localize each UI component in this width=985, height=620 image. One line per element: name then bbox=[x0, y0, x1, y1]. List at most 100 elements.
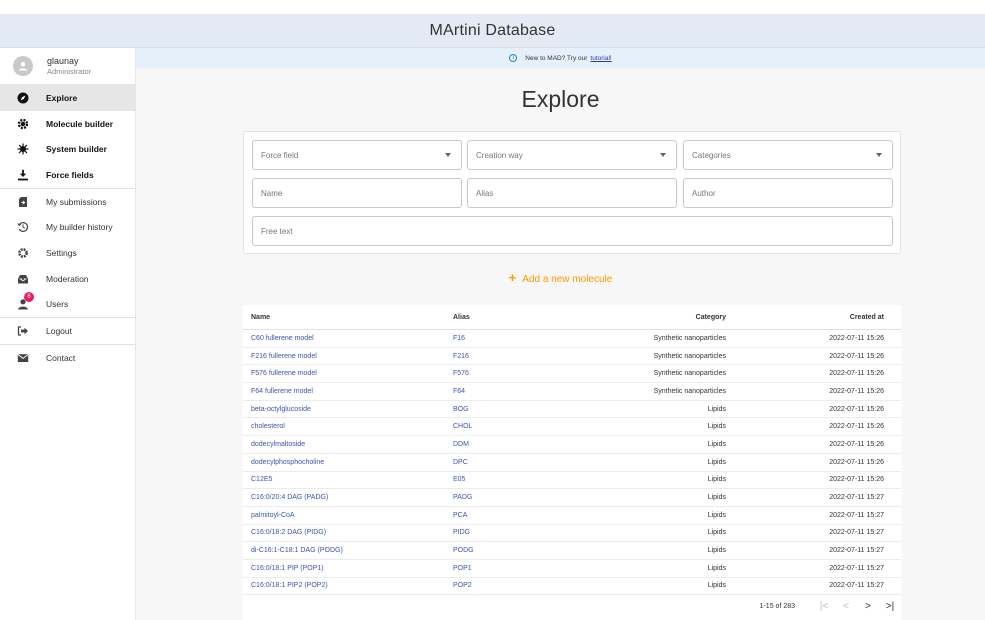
molecule-alias-link[interactable]: CHOL bbox=[453, 423, 583, 430]
molecule-alias-link[interactable]: PADG bbox=[453, 494, 583, 501]
molecule-name-link[interactable]: dodecylmaltoside bbox=[243, 441, 453, 448]
molecule-category: Lipids bbox=[707, 511, 726, 519]
table-row[interactable]: dodecylmaltoside DDM Lipids 2022-07-11 15:2… bbox=[243, 436, 901, 454]
name-input[interactable]: Name bbox=[252, 178, 462, 208]
table-row[interactable]: dodecylphosphocholine DPC Lipids 2022-07-11… bbox=[243, 454, 901, 472]
molecule-name-link[interactable]: C60 fullerene model bbox=[243, 335, 453, 342]
molecule-name-link[interactable]: C12E5 bbox=[243, 476, 453, 483]
molecule-category: Lipids bbox=[707, 547, 726, 555]
chevron-down-icon bbox=[660, 153, 666, 157]
molecule-alias-link[interactable]: F16 bbox=[453, 335, 583, 342]
molecule-alias-link[interactable]: PCA bbox=[453, 512, 583, 519]
mail-icon bbox=[16, 351, 30, 365]
previous-page-button[interactable]: < bbox=[835, 601, 857, 612]
sidebar-item-contact[interactable]: Contact bbox=[0, 345, 135, 371]
sidebar-item-my-builder-history[interactable]: My builder history bbox=[0, 214, 135, 240]
molecule-name-link[interactable]: dodecylphosphocholine bbox=[243, 459, 453, 466]
inbox-icon bbox=[16, 272, 30, 286]
molecule-created-at: 2022-07-11 15:27 bbox=[829, 582, 884, 590]
avatar bbox=[13, 56, 33, 76]
table-row[interactable]: palmitoyl-CoA PCA Lipids 2022-07-11 15:27 bbox=[243, 507, 901, 525]
molecule-name-link[interactable]: cholesterol bbox=[243, 423, 453, 430]
molecule-alias-link[interactable]: DPC bbox=[453, 459, 583, 466]
molecule-alias-link[interactable]: POP2 bbox=[453, 582, 583, 589]
molecule-name-link[interactable]: C16:0/20:4 DAG (PADG) bbox=[243, 494, 453, 501]
force-field-select[interactable]: Force field bbox=[252, 140, 462, 170]
sidebar-item-my-submissions[interactable]: My submissions bbox=[0, 189, 135, 215]
molecule-name-link[interactable]: C16:0/18:1 PIP (POP1) bbox=[243, 565, 453, 572]
sidebar-item-label: Logout bbox=[46, 326, 72, 337]
molecule-alias-link[interactable]: DDM bbox=[453, 441, 583, 448]
table-row[interactable]: C16:0/18:1 PIP (POP1) POP1 Lipids 2022-07-1… bbox=[243, 560, 901, 578]
molecule-created-at: 2022-07-11 15:27 bbox=[829, 529, 884, 537]
table-row[interactable]: cholesterol CHOL Lipids 2022-07-11 15:26 bbox=[243, 418, 901, 437]
sidebar-item-settings[interactable]: Settings bbox=[0, 240, 135, 266]
molecule-alias-link[interactable]: F64 bbox=[453, 388, 583, 395]
sidebar-item-logout[interactable]: Logout bbox=[0, 318, 135, 344]
author-input[interactable]: Author bbox=[683, 178, 893, 208]
molecule-alias-link[interactable]: PIDG bbox=[453, 529, 583, 536]
column-header-name[interactable]: Name bbox=[243, 314, 453, 321]
table-row[interactable]: beta-octylglucoside BOG Lipids 2022-07-11 1… bbox=[243, 401, 901, 419]
sidebar-item-label: My builder history bbox=[46, 222, 113, 233]
molecule-name-link[interactable]: C16:0/18:1 PIP2 (POP2) bbox=[243, 582, 453, 589]
sidebar-item-force-fields[interactable]: Force fields bbox=[0, 162, 135, 188]
molecule-name-link[interactable]: palmitoyl-CoA bbox=[243, 512, 453, 519]
molecule-name-link[interactable]: F216 fullerene model bbox=[243, 353, 453, 360]
sidebar-item-label: Users bbox=[46, 299, 69, 310]
column-header-category[interactable]: Category bbox=[583, 314, 726, 321]
categories-select[interactable]: Categories bbox=[683, 140, 893, 170]
molecule-alias-link[interactable]: BOG bbox=[453, 406, 583, 413]
sidebar-item-users[interactable]: 6 Users bbox=[0, 292, 135, 318]
table-row[interactable]: C60 fullerene model F16 Synthetic nanopart… bbox=[243, 330, 901, 348]
creation-way-select[interactable]: Creation way bbox=[467, 140, 677, 170]
column-header-alias[interactable]: Alias bbox=[453, 314, 583, 321]
pagination-range: 1-15 of 283 bbox=[759, 602, 795, 610]
sidebar-item-explore[interactable]: Explore bbox=[0, 85, 135, 111]
submissions-icon bbox=[16, 195, 30, 209]
table-row[interactable]: C12E5 E05 Lipids 2022-07-11 15:26 bbox=[243, 472, 901, 490]
tutorial-link[interactable]: tutorial! bbox=[590, 55, 611, 62]
sidebar-item-label: Force fields bbox=[46, 169, 94, 180]
molecule-alias-link[interactable]: PODG bbox=[453, 547, 583, 554]
alias-input[interactable]: Alias bbox=[467, 178, 677, 208]
user-icon: 6 bbox=[16, 292, 34, 311]
sidebar-item-system-builder[interactable]: System builder bbox=[0, 136, 135, 162]
last-page-button[interactable]: >| bbox=[879, 601, 901, 612]
table-row[interactable]: F216 fullerene model F216 Synthetic nanopa… bbox=[243, 348, 901, 366]
molecule-name-link[interactable]: C16:0/18:2 DAG (PIDG) bbox=[243, 529, 453, 536]
molecule-gear-icon bbox=[16, 117, 30, 131]
user-role: Administrator bbox=[47, 66, 92, 76]
free-text-input[interactable]: Free text bbox=[252, 216, 893, 246]
table-row[interactable]: C16:0/18:2 DAG (PIDG) PIDG Lipids 2022-07-1… bbox=[243, 525, 901, 543]
chevron-down-icon bbox=[445, 153, 451, 157]
molecule-name-link[interactable]: F64 fullerene model bbox=[243, 388, 453, 395]
person-icon bbox=[18, 62, 28, 71]
table-row[interactable]: C16:0/20:4 DAG (PADG) PADG Lipids 2022-07-1… bbox=[243, 489, 901, 507]
molecule-name-link[interactable]: F576 fullerene model bbox=[243, 370, 453, 377]
next-page-button[interactable]: > bbox=[857, 601, 879, 612]
molecule-alias-link[interactable]: POP1 bbox=[453, 565, 583, 572]
sidebar-item-moderation[interactable]: Moderation bbox=[0, 266, 135, 292]
molecule-category: Lipids bbox=[707, 476, 726, 484]
molecule-alias-link[interactable]: F576 bbox=[453, 370, 583, 377]
table-row[interactable]: F64 fullerene model F64 Synthetic nanopart… bbox=[243, 383, 901, 401]
table-row[interactable]: F576 fullerene model F576 Synthetic nanopa… bbox=[243, 365, 901, 384]
molecule-category: Lipids bbox=[707, 529, 726, 537]
molecule-alias-link[interactable]: E05 bbox=[453, 476, 583, 483]
pagination: 1-15 of 283 |< < > >| bbox=[601, 595, 901, 617]
app-title: MArtini Database bbox=[429, 21, 556, 39]
first-page-button[interactable]: |< bbox=[813, 601, 835, 612]
sidebar-item-molecule-builder[interactable]: Molecule builder bbox=[0, 111, 135, 137]
molecule-name-link[interactable]: di-C16:1-C18:1 DAG (PODG) bbox=[243, 547, 453, 554]
molecule-created-at: 2022-07-11 15:26 bbox=[829, 387, 884, 395]
molecule-category: Lipids bbox=[707, 423, 726, 431]
table-row[interactable]: di-C16:1-C18:1 DAG (PODG) PODG Lipids 2022-… bbox=[243, 542, 901, 560]
logout-icon bbox=[16, 324, 30, 338]
table-row[interactable]: C16:0/18:1 PIP2 (POP2) POP2 Lipids 2022-07-… bbox=[243, 578, 901, 596]
column-header-created-at[interactable]: Created at bbox=[726, 314, 893, 321]
sidebar-item-label: Explore bbox=[46, 92, 78, 103]
molecule-alias-link[interactable]: F216 bbox=[453, 353, 583, 360]
add-molecule-button[interactable]: + Add a new molecule bbox=[136, 270, 985, 285]
molecule-name-link[interactable]: beta-octylglucoside bbox=[243, 406, 453, 413]
